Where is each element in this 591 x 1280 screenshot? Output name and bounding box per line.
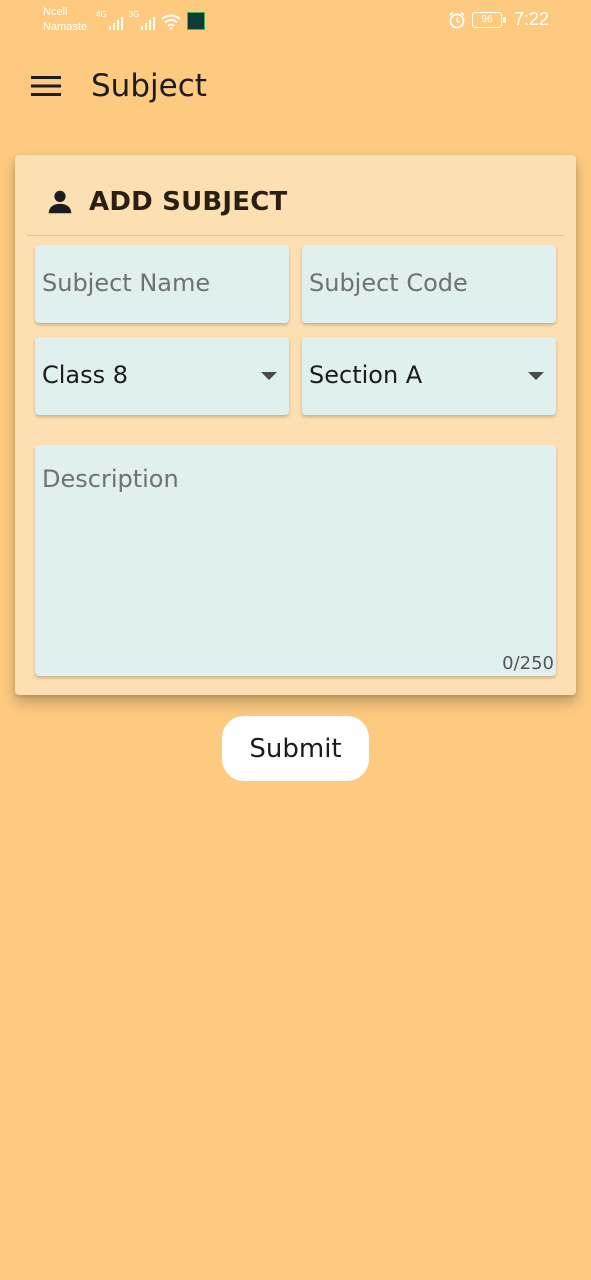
alarm-icon <box>449 11 465 28</box>
card-title: ADD SUBJECT <box>89 187 288 217</box>
subject-code-placeholder: Subject Code <box>309 269 468 297</box>
network-type-label: 4G <box>96 10 107 19</box>
description-textarea[interactable]: Description 0/250 <box>35 445 556 676</box>
menu-button[interactable] <box>22 66 70 106</box>
character-counter: 0/250 <box>502 653 554 674</box>
subject-name-input[interactable]: Subject Name <box>35 245 289 323</box>
battery-icon: 96 <box>471 11 506 28</box>
app-thumbnail <box>187 12 206 30</box>
class-dropdown[interactable]: Class 8 <box>35 337 289 415</box>
app-bar: Subject <box>0 52 591 124</box>
clock: 7:22 <box>513 9 549 29</box>
status-right: 96 7:22 <box>448 9 549 30</box>
divider <box>27 235 564 236</box>
section-selected-value: Section A <box>309 361 423 389</box>
subject-code-input[interactable]: Subject Code <box>302 245 556 323</box>
class-selected-value: Class 8 <box>42 361 129 389</box>
signal-icon <box>141 17 156 30</box>
network-type-label: 3G <box>128 10 140 19</box>
status-bar: Ncell Namaste 4G 3G 96 7:22 <box>0 0 591 40</box>
card-header: ADD SUBJECT <box>45 185 287 219</box>
hamburger-menu-icon <box>31 76 61 96</box>
carrier-label: Ncell Namaste <box>43 5 87 35</box>
signal-icon <box>108 17 123 30</box>
person-icon <box>48 190 72 214</box>
carrier-subname: Namaste <box>43 21 88 33</box>
dropdown-arrow-icon <box>261 372 277 380</box>
wifi-icon <box>161 14 181 30</box>
page-title: Subject <box>91 68 207 104</box>
dropdown-arrow-icon <box>528 372 544 380</box>
carrier-name: Ncell <box>43 6 68 18</box>
subject-name-placeholder: Subject Name <box>42 269 211 297</box>
description-placeholder: Description <box>42 465 179 493</box>
section-dropdown[interactable]: Section A <box>302 337 556 415</box>
add-subject-card: ADD SUBJECT Subject Name Subject Code Cl… <box>15 155 576 695</box>
submit-button[interactable]: Submit <box>222 716 369 781</box>
network-icons: 4G 3G <box>96 10 206 30</box>
